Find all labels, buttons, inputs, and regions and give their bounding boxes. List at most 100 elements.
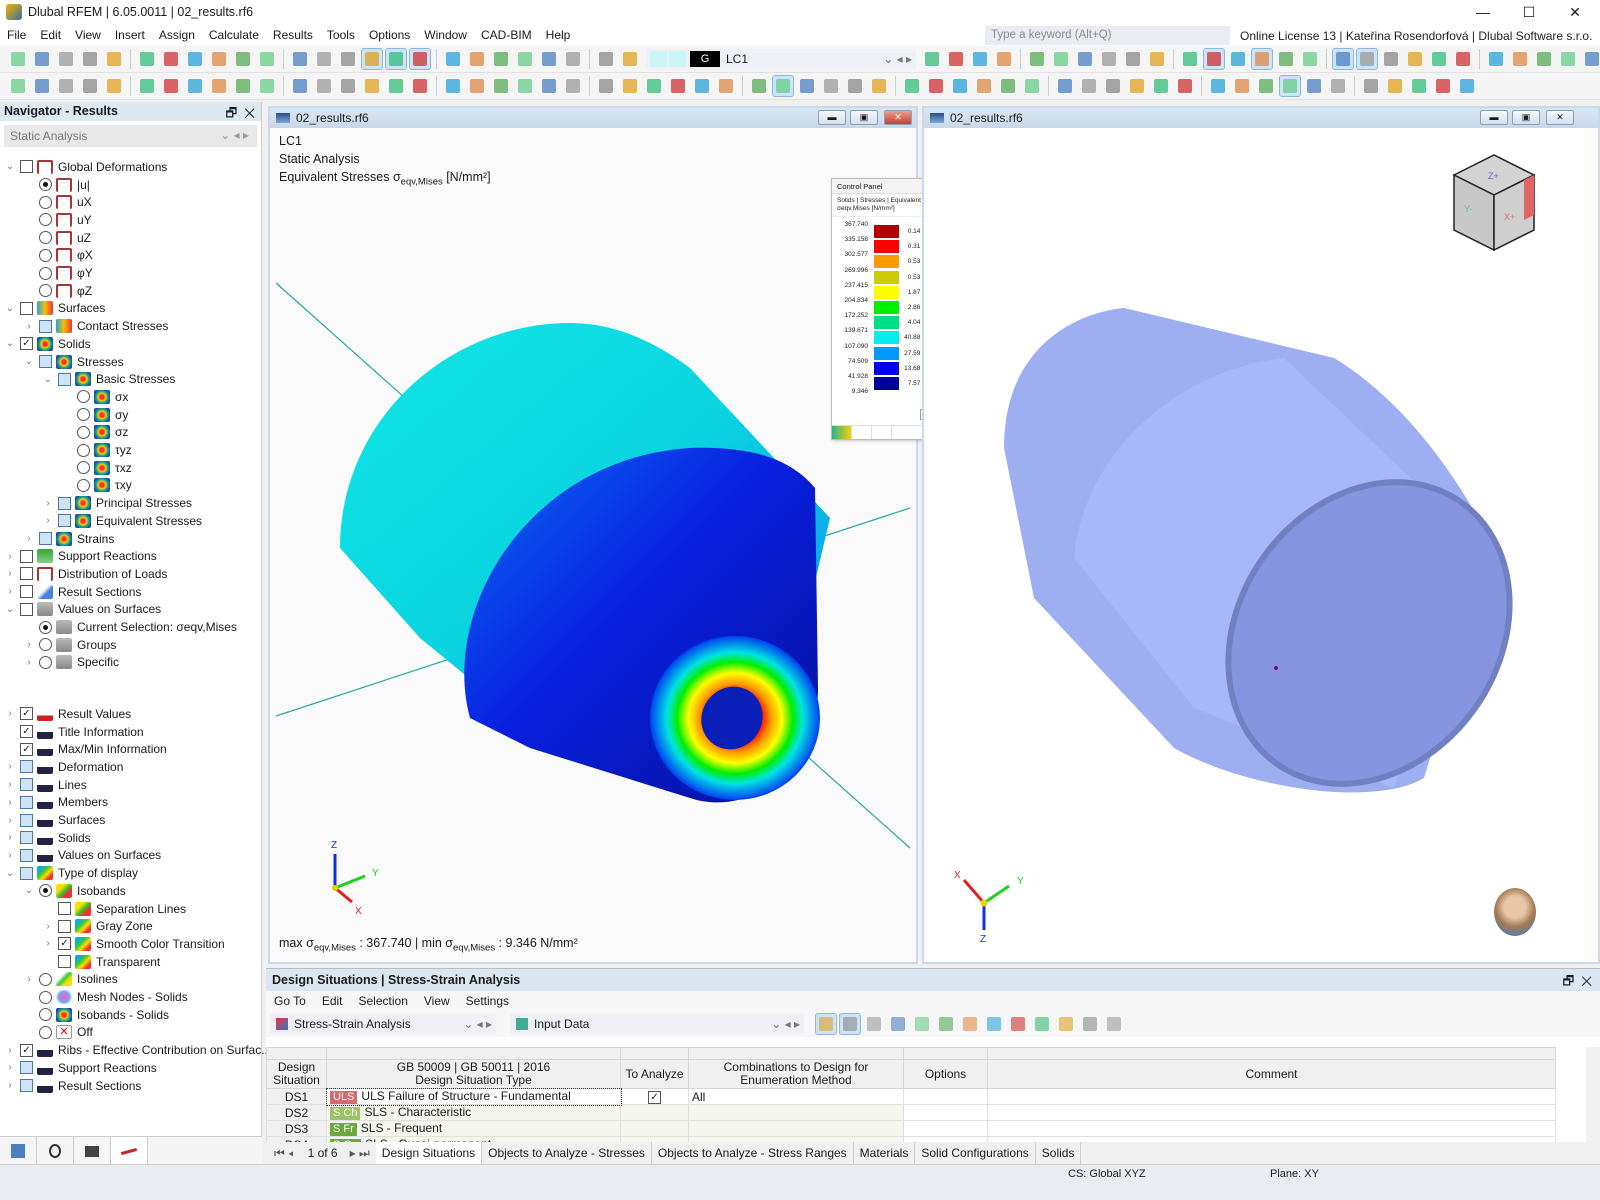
module-select[interactable]: Stress-Strain Analysis ⌄ ◂ ▸ — [270, 1014, 496, 1034]
toolbar-button-icon[interactable] — [56, 49, 76, 69]
keyword-search-input[interactable]: Type a keyword (Alt+Q) — [985, 26, 1230, 45]
nav-item[interactable]: › ✓ Ribs - Effective Contribution on Surfa… — [4, 1041, 271, 1059]
ds-type-cell[interactable]: S Fr SLS - Frequent — [326, 1120, 621, 1137]
nav-item[interactable]: › Groups — [23, 636, 116, 654]
options-cell[interactable] — [903, 1104, 988, 1121]
toolbar-button-icon[interactable] — [1203, 48, 1225, 70]
nav-item[interactable]: › Deformation — [4, 758, 123, 776]
menu-cad-bim[interactable]: CAD-BIM — [474, 28, 539, 42]
toolbar-button-icon[interactable] — [1582, 49, 1600, 69]
nav-item[interactable]: τyz — [61, 441, 132, 459]
toolbar-button-icon[interactable] — [974, 76, 994, 96]
menu-insert[interactable]: Insert — [108, 28, 152, 42]
panel-tool-icon[interactable] — [1008, 1014, 1028, 1034]
nav-item[interactable]: ⌄ Isobands — [23, 882, 126, 900]
viewport-restore-button[interactable]: ▣ — [850, 110, 878, 125]
checkbox[interactable] — [58, 902, 71, 916]
panel-tool-icon[interactable] — [912, 1014, 932, 1034]
menu-tools[interactable]: Tools — [320, 28, 362, 42]
toolbar-button-icon[interactable] — [821, 76, 841, 96]
legend-color-band[interactable] — [874, 316, 899, 330]
to-analyze-cell[interactable] — [620, 1104, 689, 1121]
checkbox[interactable] — [20, 831, 33, 845]
comment-cell[interactable] — [987, 1088, 1556, 1105]
toolbar-button-icon[interactable] — [1027, 49, 1047, 69]
toolbar-button-icon[interactable] — [491, 49, 511, 69]
chevron-right-icon[interactable]: › — [23, 639, 35, 650]
toolbar-button-icon[interactable] — [32, 49, 52, 69]
nav-item[interactable]: σy — [61, 406, 128, 424]
checkbox[interactable] — [20, 567, 33, 581]
menu-options[interactable]: Options — [362, 28, 417, 42]
nav-item[interactable]: › Strains — [23, 530, 114, 548]
panel-pin-close[interactable]: 🗗 ✕ — [1563, 972, 1592, 993]
toolbar-button-icon[interactable] — [257, 76, 277, 96]
toolbar-button-icon[interactable] — [290, 49, 310, 69]
panel-tab[interactable]: Design Situations — [375, 1142, 483, 1164]
nav-item[interactable]: Separation Lines — [42, 900, 186, 918]
radio-button[interactable] — [77, 390, 90, 404]
toolbar-button-icon[interactable] — [668, 76, 688, 96]
panel-tool-icon[interactable] — [839, 1013, 861, 1035]
toolbar-button-icon[interactable] — [1356, 48, 1378, 70]
toolbar-button-icon[interactable] — [1328, 76, 1348, 96]
nav-item[interactable]: › Lines — [4, 776, 87, 794]
toolbar-button-icon[interactable] — [1361, 76, 1381, 96]
toolbar-button-icon[interactable] — [539, 49, 559, 69]
nav-item[interactable]: › Isolines — [23, 971, 118, 989]
toolbar-button-icon[interactable] — [1232, 76, 1252, 96]
minimize-button[interactable]: — — [1460, 0, 1506, 24]
panel-tool-icon[interactable] — [1080, 1014, 1100, 1034]
toolbar-button-icon[interactable] — [8, 76, 28, 96]
analysis-type-select[interactable]: Static Analysis ⌄ ◂ ▸ — [4, 125, 257, 147]
radio-button[interactable] — [39, 266, 52, 280]
legend-color-band[interactable] — [874, 285, 899, 299]
toolbar-button-icon[interactable] — [644, 76, 664, 96]
pager-next-last[interactable]: ▸ ⏭ — [344, 1146, 376, 1161]
table-select[interactable]: Input Data ⌄ ◂ ▸ — [510, 1014, 804, 1034]
legend-color-band[interactable] — [874, 255, 899, 269]
combinations-cell[interactable] — [688, 1104, 904, 1121]
nav-item[interactable]: Current Selection: σeqv,Mises — [23, 618, 237, 636]
legend-color-band[interactable] — [874, 377, 899, 390]
toolbar-button-icon[interactable] — [1075, 49, 1095, 69]
chevron-down-icon[interactable]: ⌄ — [4, 338, 16, 349]
toolbar-button-icon[interactable] — [539, 76, 559, 96]
radio-button[interactable] — [39, 638, 52, 652]
nav-item[interactable]: › ✓ Smooth Color Transition — [42, 935, 225, 953]
nav-item[interactable]: Isobands - Solids — [23, 1006, 169, 1024]
assistant-avatar[interactable] — [1494, 888, 1536, 936]
nav-item[interactable]: Transparent — [42, 953, 160, 971]
toolbar-button-icon[interactable] — [409, 48, 431, 70]
toolbar-button-icon[interactable] — [1123, 49, 1143, 69]
chevron-right-icon[interactable]: › — [4, 832, 16, 843]
toolbar-button-icon[interactable] — [1429, 49, 1449, 69]
toolbar-button-icon[interactable] — [137, 49, 157, 69]
toolbar-button-icon[interactable] — [950, 76, 970, 96]
toolbar-button-icon[interactable] — [1127, 76, 1147, 96]
panel-tool-icon[interactable] — [1056, 1014, 1076, 1034]
menu-view[interactable]: View — [68, 28, 108, 42]
results-navigator-tab[interactable] — [111, 1137, 148, 1165]
table-row[interactable]: DS3 S Fr SLS - Frequent — [266, 1120, 1556, 1137]
toolbar-button-icon[interactable] — [467, 49, 487, 69]
toolbar-button-icon[interactable] — [946, 49, 966, 69]
toolbar-button-icon[interactable] — [1103, 76, 1123, 96]
close-button[interactable]: ✕ — [1552, 0, 1598, 24]
chevron-down-icon[interactable]: ⌄ — [42, 374, 54, 385]
viewport-restore-button[interactable]: ▣ — [1512, 110, 1540, 125]
legend-color-band[interactable] — [874, 361, 899, 375]
menu-file[interactable]: File — [0, 28, 33, 42]
panel-tool-icon[interactable] — [1104, 1014, 1124, 1034]
combinations-cell[interactable] — [688, 1120, 904, 1137]
toolbar-button-icon[interactable] — [515, 76, 535, 96]
legend-color-band[interactable] — [874, 240, 899, 254]
checkbox[interactable]: ✓ — [20, 725, 33, 739]
checkbox[interactable] — [39, 319, 52, 333]
toolbar-button-icon[interactable] — [749, 76, 769, 96]
toolbar-button-icon[interactable] — [563, 76, 583, 96]
panel-tool-icon[interactable] — [888, 1014, 908, 1034]
chevron-right-icon[interactable]: › — [23, 974, 35, 985]
toolbar-button-icon[interactable] — [233, 49, 253, 69]
navigator-pin-close[interactable]: 🗗 ✕ — [226, 104, 255, 125]
